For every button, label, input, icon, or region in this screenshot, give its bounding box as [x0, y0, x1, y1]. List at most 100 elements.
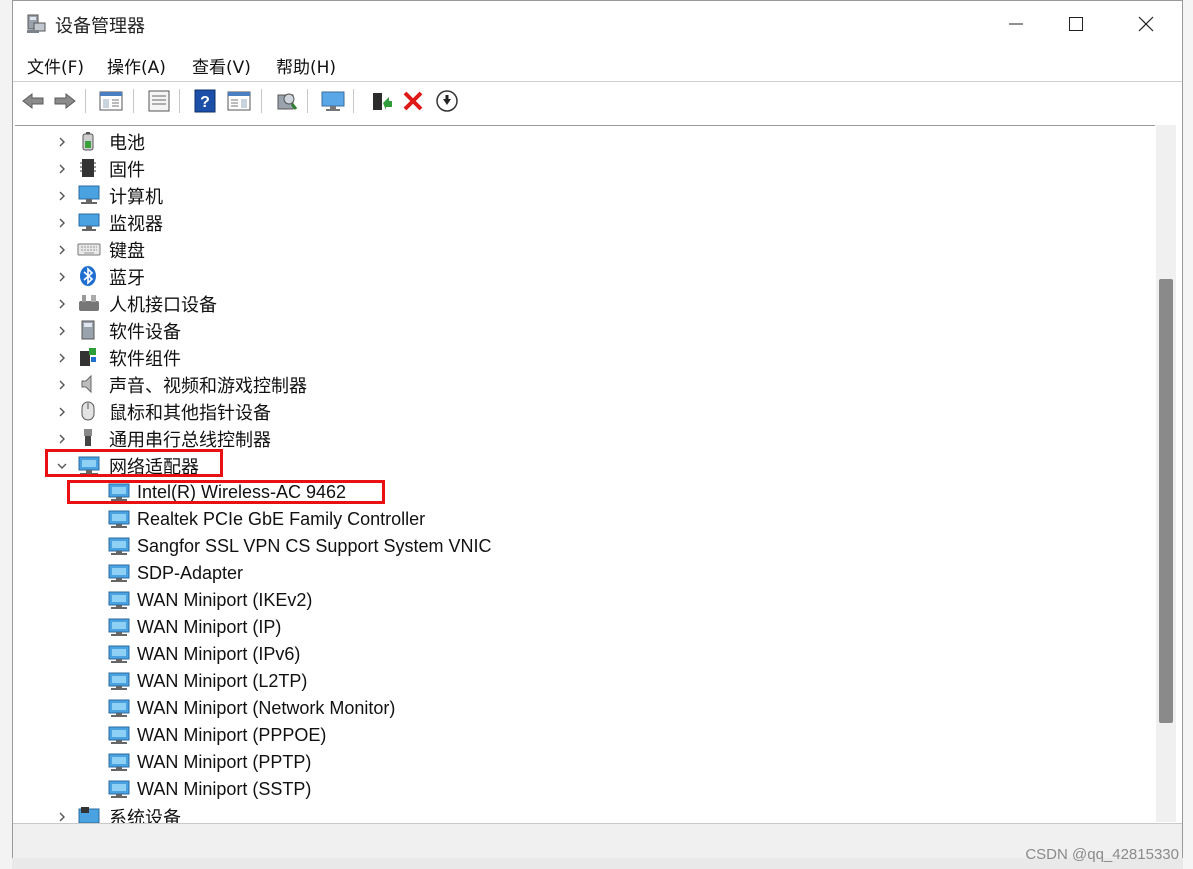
- menu-bar: 文件(F) 操作(A) 查看(V) 帮助(H): [13, 49, 1182, 81]
- toolbar-separator: [307, 89, 308, 113]
- network-adapter-item[interactable]: Sangfor SSL VPN CS Support System VNIC: [15, 533, 1155, 560]
- expand-chevron-icon[interactable]: [55, 297, 69, 311]
- scrollbar-thumb[interactable]: [1159, 279, 1173, 723]
- expand-chevron-icon[interactable]: [55, 189, 69, 203]
- network-adapter-item[interactable]: WAN Miniport (IP): [15, 614, 1155, 641]
- close-icon: [1138, 16, 1154, 32]
- tree-category-item[interactable]: 人机接口设备: [15, 290, 1155, 317]
- back-button[interactable]: [19, 87, 47, 115]
- help-icon: ?: [194, 89, 216, 113]
- network-adapter-item[interactable]: WAN Miniport (Network Monitor): [15, 695, 1155, 722]
- uninstall-device-button[interactable]: [399, 87, 427, 115]
- tree-item-label: WAN Miniport (IKEv2): [137, 590, 313, 610]
- network-adapter-icon: [107, 535, 130, 557]
- expand-chevron-icon[interactable]: [55, 216, 69, 230]
- tree-item-label: 电池: [109, 132, 145, 154]
- tree-item-label: 计算机: [109, 186, 163, 208]
- properties-icon: [148, 90, 170, 112]
- expand-chevron-icon[interactable]: [55, 162, 69, 176]
- expand-chevron-icon[interactable]: [55, 432, 69, 446]
- battery-icon: [77, 130, 99, 152]
- monitor-icon: [321, 91, 345, 111]
- background-window-edge: [0, 0, 12, 869]
- tree-item-label: 软件设备: [109, 321, 181, 343]
- tree-item-label: WAN Miniport (IP): [137, 617, 282, 637]
- expand-chevron-icon[interactable]: [55, 324, 69, 338]
- tree-category-item[interactable]: 电池: [15, 128, 1155, 155]
- tree-category-item[interactable]: 监视器: [15, 209, 1155, 236]
- tree-category-item[interactable]: 软件设备: [15, 317, 1155, 344]
- network-adapter-item[interactable]: WAN Miniport (PPPOE): [15, 722, 1155, 749]
- help-button[interactable]: ?: [191, 87, 219, 115]
- hid-icon: [77, 292, 99, 314]
- scan-hardware-changes-button[interactable]: [273, 87, 301, 115]
- expand-chevron-icon[interactable]: [55, 405, 69, 419]
- system-device-icon: [77, 805, 100, 823]
- background-window-edge-right: [1183, 0, 1193, 869]
- network-adapter-item[interactable]: WAN Miniport (SSTP): [15, 776, 1155, 803]
- close-button[interactable]: [1111, 1, 1181, 47]
- tree-category-item[interactable]: 系统设备: [15, 803, 1155, 823]
- tree-category-item[interactable]: 固件: [15, 155, 1155, 182]
- menu-separator: [13, 81, 1182, 82]
- mouse-icon: [77, 400, 99, 422]
- vertical-scrollbar[interactable]: [1156, 125, 1176, 822]
- network-adapter-icon: [107, 697, 130, 719]
- network-adapter-item[interactable]: WAN Miniport (L2TP): [15, 668, 1155, 695]
- tree-category-item[interactable]: 声音、视频和游戏控制器: [15, 371, 1155, 398]
- tree-item-label: Realtek PCIe GbE Family Controller: [137, 509, 426, 529]
- window-title: 设备管理器: [55, 16, 145, 37]
- expand-chevron-icon[interactable]: [55, 135, 69, 149]
- tree-category-item[interactable]: 键盘: [15, 236, 1155, 263]
- menu-file[interactable]: 文件(F): [27, 53, 84, 78]
- tree-category-item[interactable]: 通用串行总线控制器: [15, 425, 1155, 452]
- expand-chevron-icon[interactable]: [55, 270, 69, 284]
- status-bar: [13, 823, 1182, 858]
- network-adapter-icon: [107, 670, 130, 692]
- network-adapter-item[interactable]: WAN Miniport (IKEv2): [15, 587, 1155, 614]
- speaker-icon: [77, 373, 99, 395]
- network-adapter-item[interactable]: Realtek PCIe GbE Family Controller: [15, 506, 1155, 533]
- action-pane-icon: [227, 91, 251, 111]
- forward-arrow-icon: [54, 92, 76, 110]
- update-driver-button[interactable]: [367, 87, 395, 115]
- expand-chevron-icon[interactable]: [55, 243, 69, 257]
- monitor-icon: [77, 211, 100, 233]
- network-adapter-icon: [107, 616, 130, 638]
- highlight-box-intel-wireless: [67, 480, 385, 504]
- tree-category-item[interactable]: 计算机: [15, 182, 1155, 209]
- tree-item-label: WAN Miniport (SSTP): [137, 779, 312, 799]
- tree-category-item[interactable]: 软件组件: [15, 344, 1155, 371]
- forward-button[interactable]: [51, 87, 79, 115]
- toolbar-separator: [85, 89, 86, 113]
- disable-device-button[interactable]: [433, 87, 461, 115]
- menu-view[interactable]: 查看(V): [192, 53, 251, 78]
- network-adapter-item[interactable]: SDP-Adapter: [15, 560, 1155, 587]
- display-device-button[interactable]: [319, 87, 347, 115]
- expand-chevron-icon[interactable]: [55, 810, 69, 824]
- highlight-box-network-adapters: [45, 449, 223, 477]
- disable-arrow-down-icon: [436, 90, 458, 112]
- maximize-button[interactable]: [1041, 1, 1111, 47]
- tree-item-label: SDP-Adapter: [137, 563, 244, 583]
- menu-help[interactable]: 帮助(H): [276, 53, 336, 78]
- computer-icon: [77, 184, 100, 206]
- firmware-icon: [77, 157, 99, 179]
- tree-item-label: 系统设备: [109, 807, 181, 824]
- minimize-icon: [1009, 23, 1023, 25]
- expand-chevron-icon[interactable]: [55, 378, 69, 392]
- network-adapter-icon: [107, 643, 130, 665]
- scan-hardware-icon: [277, 93, 298, 110]
- properties-button[interactable]: [145, 87, 173, 115]
- menu-action[interactable]: 操作(A): [107, 53, 166, 78]
- watermark-text: CSDN @qq_42815330: [1025, 846, 1179, 863]
- expand-chevron-icon[interactable]: [55, 351, 69, 365]
- tree-category-item[interactable]: 蓝牙: [15, 263, 1155, 290]
- network-adapter-item[interactable]: WAN Miniport (IPv6): [15, 641, 1155, 668]
- tree-item-label: 人机接口设备: [109, 294, 217, 316]
- network-adapter-item[interactable]: WAN Miniport (PPTP): [15, 749, 1155, 776]
- tree-item-label: 鼠标和其他指针设备: [109, 402, 271, 424]
- show-hide-console-tree-button[interactable]: [97, 87, 125, 115]
- tree-category-item[interactable]: 鼠标和其他指针设备: [15, 398, 1155, 425]
- action-pane-button[interactable]: [225, 87, 253, 115]
